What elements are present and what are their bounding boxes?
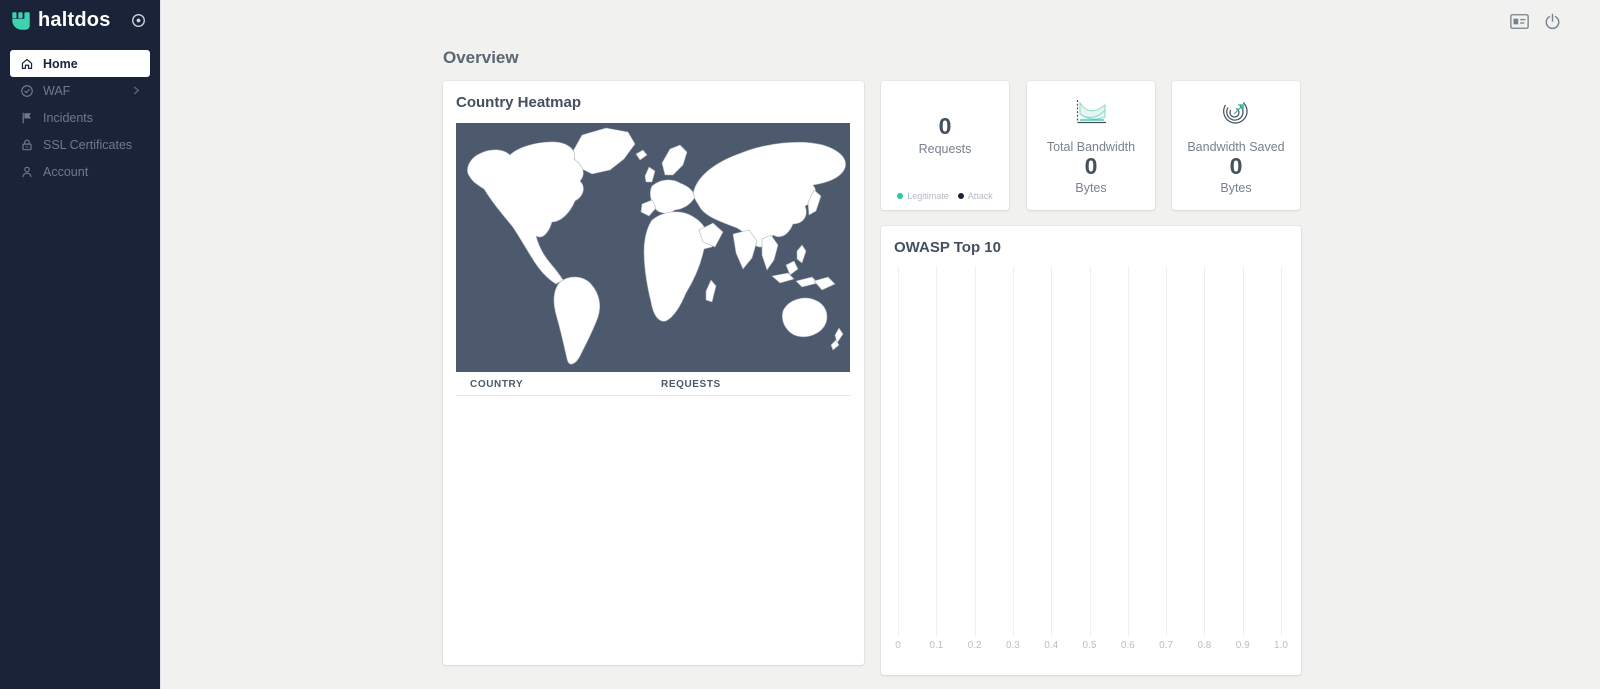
total-bandwidth-value: 0 (1085, 154, 1098, 179)
world-map (456, 123, 850, 372)
x-tick-label: 0.4 (1044, 640, 1058, 651)
gridline (1204, 266, 1205, 636)
sidebar-item-label: Home (43, 57, 78, 71)
logo-text: haltdos (38, 9, 111, 32)
x-tick-label: 0.3 (1006, 640, 1020, 651)
flag-icon (19, 110, 34, 125)
sidebar-item-label: SSL Certificates (43, 138, 132, 152)
gridline (1281, 266, 1282, 636)
card-title: OWASP Top 10 (894, 239, 1288, 256)
legend-label: Attack (968, 191, 993, 201)
x-tick-label: 0.1 (929, 640, 943, 651)
haltdos-logo-icon (10, 10, 32, 32)
x-tick-label: 0.6 (1121, 640, 1135, 651)
page-title: Overview (443, 48, 519, 68)
bandwidth-saved-label: Bandwidth Saved (1187, 140, 1284, 154)
topbar-actions (1509, 12, 1562, 31)
gridline (936, 266, 937, 636)
sidebar: haltdos Home (0, 0, 161, 689)
gridline (1051, 266, 1052, 636)
legend-label: Legitimate (907, 191, 949, 201)
x-tick-label: 0.5 (1083, 640, 1097, 651)
sidebar-item-waf[interactable]: WAF (10, 77, 150, 104)
gridline (975, 266, 976, 636)
total-bandwidth-unit: Bytes (1075, 181, 1106, 195)
x-tick-label: 0.2 (968, 640, 982, 651)
shield-check-icon (19, 83, 34, 98)
card-title: Country Heatmap (456, 94, 851, 111)
lock-icon (19, 137, 34, 152)
owasp-plot (898, 266, 1281, 636)
country-table-header: COUNTRY REQUESTS (456, 374, 851, 396)
home-icon (19, 56, 34, 71)
sidebar-item-incidents[interactable]: Incidents (10, 104, 150, 131)
logo-row: haltdos (0, 0, 160, 41)
sidebar-nav: Home WAF (10, 50, 150, 185)
sidebar-item-label: Incidents (43, 111, 93, 125)
sidebar-item-account[interactable]: Account (10, 158, 150, 185)
bandwidth-saved-stat-card: Bandwidth Saved 0 Bytes (1172, 81, 1300, 210)
chevron-right-icon (132, 85, 141, 96)
bandwidth-saved-value: 0 (1230, 154, 1243, 179)
sidebar-item-label: Account (43, 165, 88, 179)
legend-item-legitimate: Legitimate (897, 191, 949, 201)
requests-stat-card: 0 Requests Legitimate Attack (881, 81, 1009, 210)
x-tick-label: 0.8 (1197, 640, 1211, 651)
column-header-requests: REQUESTS (661, 379, 721, 390)
total-bandwidth-stat-card: Total Bandwidth 0 Bytes (1027, 81, 1155, 210)
x-tick-label: 1.0 (1274, 640, 1288, 651)
sidebar-item-home[interactable]: Home (10, 50, 150, 77)
gridline (1128, 266, 1129, 636)
legitimate-dot (897, 193, 903, 199)
user-icon (19, 164, 34, 179)
requests-label: Requests (919, 142, 972, 156)
sidebar-item-ssl-certificates[interactable]: SSL Certificates (10, 131, 150, 158)
area-chart-icon (1074, 94, 1108, 130)
target-icon[interactable] (129, 11, 148, 30)
column-header-country: COUNTRY (470, 379, 661, 390)
requests-legend: Legitimate Attack (881, 191, 1009, 201)
owasp-xlabels: 00.10.20.30.40.50.60.70.80.91.0 (898, 640, 1281, 653)
gridline (1243, 266, 1244, 636)
x-tick-label: 0.7 (1159, 640, 1173, 651)
country-heatmap-card: Country Heatmap (443, 81, 864, 665)
summary-card-icon[interactable] (1509, 13, 1530, 30)
gridline (898, 266, 899, 636)
x-tick-label: 0 (895, 640, 901, 651)
gridline (1013, 266, 1014, 636)
sidebar-item-label: WAF (43, 84, 70, 98)
gridline (1166, 266, 1167, 636)
attack-dot (958, 193, 964, 199)
requests-value: 0 (939, 114, 952, 139)
x-tick-label: 0.9 (1236, 640, 1250, 651)
app-root: haltdos Home (0, 0, 1600, 689)
ripple-arrow-icon (1219, 94, 1253, 130)
power-icon[interactable] (1543, 12, 1562, 31)
owasp-top10-card: OWASP Top 10 0 0.1 0.2 0.3 0.4 0.5 0.6 0.7 0.8 0.… (881, 226, 1301, 675)
gridline (1090, 266, 1091, 636)
bandwidth-saved-unit: Bytes (1220, 181, 1251, 195)
total-bandwidth-label: Total Bandwidth (1047, 140, 1135, 154)
legend-item-attack: Attack (958, 191, 993, 201)
